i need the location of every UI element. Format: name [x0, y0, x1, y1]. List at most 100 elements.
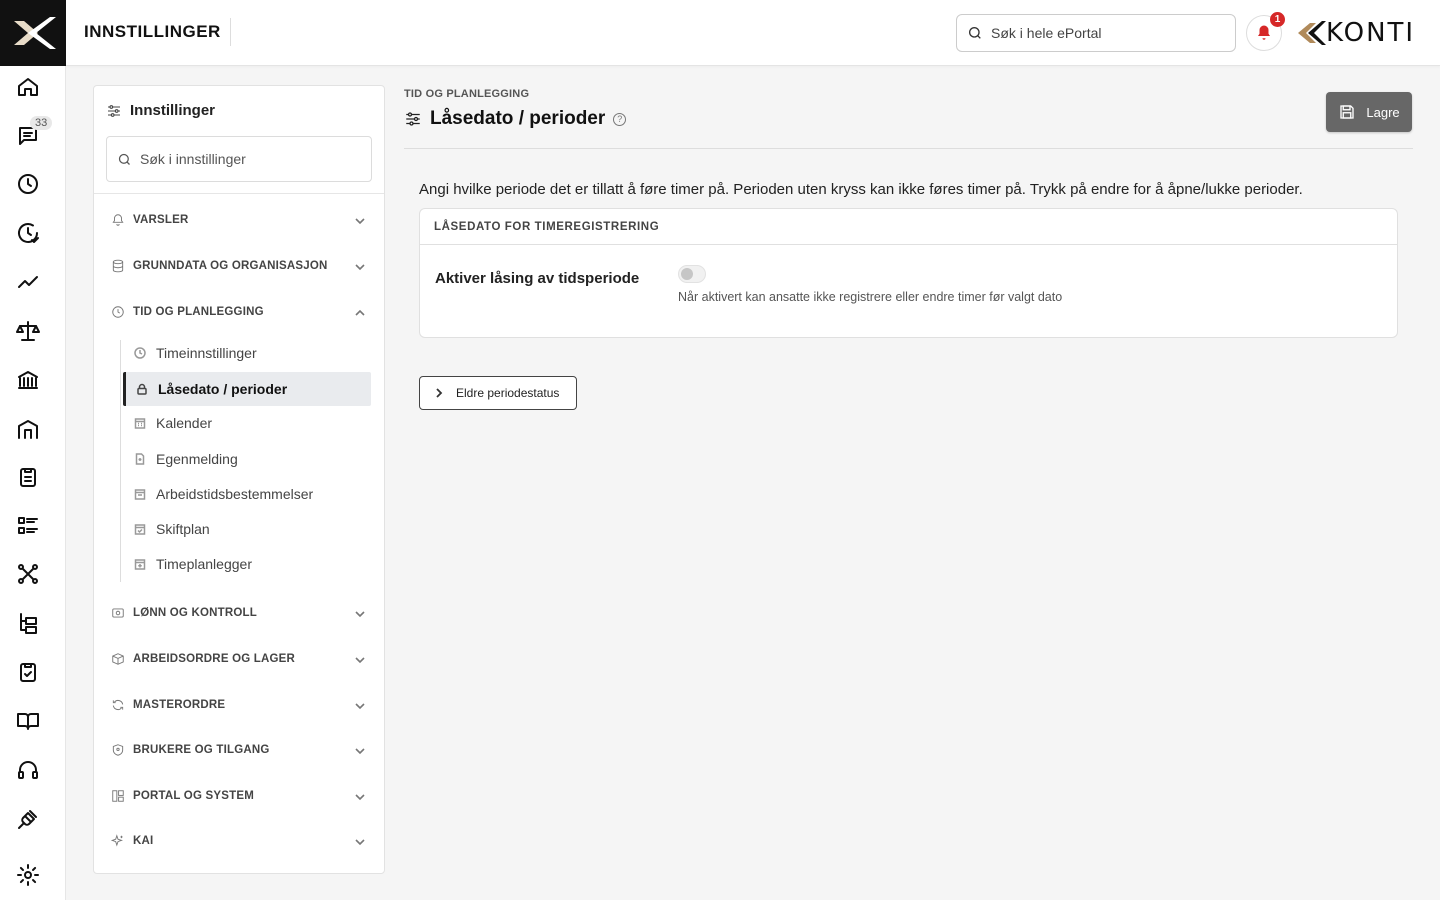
settings-sidebar-title: Innstillinger: [106, 102, 372, 119]
sidebar-item-label: Timeinnstillinger: [156, 345, 257, 361]
hierarchy-icon[interactable]: [14, 609, 42, 637]
headset-icon[interactable]: [14, 756, 42, 784]
submenu-guide-line: [120, 340, 121, 582]
older-period-status-button[interactable]: Eldre periodestatus: [419, 376, 577, 410]
logo-icon: [14, 17, 56, 49]
toggle-knob: [681, 268, 693, 280]
clock-icon[interactable]: [14, 170, 42, 198]
section-label: VARSLER: [133, 214, 189, 226]
section-kai[interactable]: KAI: [94, 826, 384, 856]
clipboard-check-icon[interactable]: [14, 658, 42, 686]
save-button-label: Lagre: [1366, 104, 1400, 120]
search-icon: [118, 153, 130, 165]
sidebar-item-lasedato-perioder[interactable]: Låsedato / perioder: [123, 372, 371, 406]
list-icon[interactable]: [14, 512, 42, 540]
sidebar-item-label: Arbeidstidsbestemmelser: [156, 486, 314, 502]
top-bar: INNSTILLINGER 1 KONTI: [66, 0, 1440, 66]
lock-period-toggle[interactable]: [678, 265, 706, 283]
section-masterordre[interactable]: MASTERORDRE: [94, 690, 384, 720]
page-title-label: Låsedato / perioder: [430, 108, 606, 129]
floppy-disk-icon: [1340, 105, 1355, 119]
global-search-input[interactable]: [991, 25, 1221, 41]
building-icon[interactable]: [14, 415, 42, 443]
section-label: ARBEIDSORDRE OG LAGER: [133, 653, 296, 665]
app-logo[interactable]: [0, 0, 66, 66]
divider: [404, 148, 1413, 149]
chevron-down-icon: [354, 835, 366, 847]
help-icon[interactable]: ?: [613, 112, 627, 126]
trend-icon[interactable]: [14, 268, 42, 296]
lock-period-hint: Når aktivert kan ansatte ikke registrere…: [678, 290, 1063, 304]
notification-count: 1: [1270, 12, 1285, 27]
notifications-button[interactable]: 1: [1246, 12, 1285, 51]
document-medical-icon: [135, 453, 145, 465]
bell-icon: [1258, 25, 1270, 40]
global-search[interactable]: [956, 14, 1236, 52]
section-grunndata[interactable]: GRUNNDATA OG ORGANISASJON: [94, 251, 384, 281]
breadcrumb: TID OG PLANLEGGING: [404, 88, 530, 100]
save-button[interactable]: Lagre: [1326, 92, 1412, 132]
settings-icon[interactable]: [14, 861, 42, 889]
book-icon[interactable]: [14, 707, 42, 735]
settings-search-input[interactable]: [140, 151, 360, 167]
plug-icon[interactable]: [14, 805, 42, 833]
section-label: MASTERORDRE: [133, 699, 226, 711]
sidebar-item-label: Egenmelding: [156, 451, 238, 467]
sidebar-item-label: Timeplanlegger: [156, 556, 252, 572]
sidebar-item-kalender[interactable]: Kalender: [124, 406, 372, 440]
sparkle-icon: [111, 834, 125, 848]
refresh-icon: [111, 698, 125, 712]
section-arbeidsordre-og-lager[interactable]: ARBEIDSORDRE OG LAGER: [94, 644, 384, 674]
section-portal-og-system[interactable]: PORTAL OG SYSTEM: [94, 781, 384, 811]
calendar-rules-icon: [134, 489, 146, 500]
network-icon[interactable]: [14, 560, 42, 588]
chevron-down-icon: [354, 790, 366, 802]
sidebar-item-timeinnstillinger[interactable]: Timeinnstillinger: [124, 336, 372, 370]
section-label: GRUNNDATA OG ORGANISASJON: [133, 260, 328, 272]
sidebar-item-egenmelding[interactable]: Egenmelding: [124, 442, 372, 476]
lock-icon: [137, 383, 147, 395]
settings-sidebar: Innstillinger VARSLER GRUNNDATA OG ORGAN…: [93, 85, 385, 874]
lock-period-label: Aktiver låsing av tidsperiode: [435, 270, 640, 287]
settings-search[interactable]: [106, 136, 372, 182]
messages-badge: 33: [30, 116, 53, 130]
bank-icon[interactable]: [14, 366, 42, 394]
section-varsler[interactable]: VARSLER: [94, 205, 384, 235]
section-brukere-og-tilgang[interactable]: BRUKERE OG TILGANG: [94, 735, 384, 765]
bell-icon: [111, 213, 125, 227]
clipboard-icon[interactable]: [14, 463, 42, 491]
page-section-title: INNSTILLINGER: [84, 22, 221, 41]
sidebar-item-label: Låsedato / perioder: [158, 381, 288, 397]
icon-rail: 33: [0, 0, 66, 900]
section-lonn-og-kontroll[interactable]: LØNN OG KONTROLL: [94, 598, 384, 628]
brand-name: KONTI: [1326, 18, 1416, 48]
database-icon: [111, 259, 125, 273]
divider: [230, 18, 231, 46]
chevron-right-icon: [436, 388, 443, 398]
time-check-icon[interactable]: [14, 219, 42, 247]
calendar-shift-icon: [134, 524, 146, 535]
home-icon[interactable]: [14, 73, 42, 101]
shield-icon: [111, 743, 125, 757]
chevron-down-icon: [354, 607, 366, 619]
lock-date-card: LÅSEDATO FOR TIMEREGISTRERING Aktiver lå…: [419, 208, 1398, 338]
sliders-icon: [406, 112, 420, 126]
sidebar-item-skiftplan[interactable]: Skiftplan: [124, 512, 372, 546]
sidebar-item-arbeidstidsbestemmelser[interactable]: Arbeidstidsbestemmelser: [124, 477, 372, 511]
brand-mark-icon: [1298, 21, 1326, 45]
section-label: KAI: [133, 835, 154, 847]
scale-icon[interactable]: [14, 317, 42, 345]
search-icon: [969, 27, 981, 39]
section-label: BRUKERE OG TILGANG: [133, 744, 270, 756]
calendar-plus-icon: [134, 559, 146, 570]
sidebar-item-timeplanlegger[interactable]: Timeplanlegger: [124, 547, 372, 581]
payroll-icon: [111, 606, 125, 620]
brand-logo: KONTI: [1296, 18, 1415, 48]
sidebar-item-label: Kalender: [156, 415, 213, 431]
section-tid-og-planlegging[interactable]: TID OG PLANLEGGING: [94, 297, 384, 327]
layout-icon: [111, 789, 125, 803]
chevron-down-icon: [354, 214, 366, 226]
settings-title-label: Innstillinger: [130, 102, 216, 119]
sliders-icon: [108, 104, 120, 117]
box-icon: [111, 652, 125, 666]
